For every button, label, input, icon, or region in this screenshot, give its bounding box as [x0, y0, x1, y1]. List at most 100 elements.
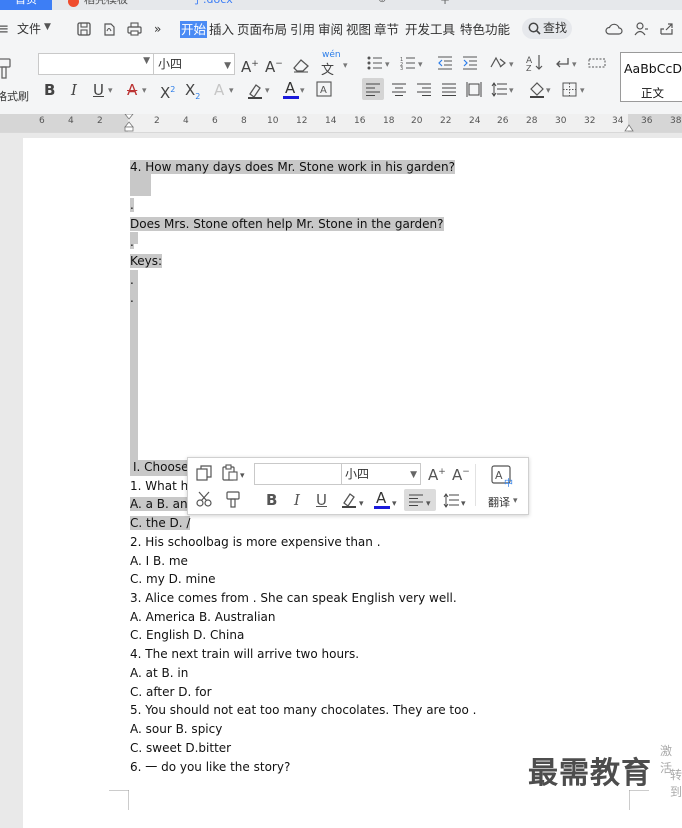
tab-view[interactable]: 视图: [346, 21, 371, 38]
chevron-down-icon[interactable]: ▾: [572, 60, 577, 70]
doc-line: 1. What h: [130, 477, 188, 495]
justify-icon[interactable]: [442, 83, 456, 96]
export-pdf-icon[interactable]: [102, 22, 116, 36]
tab-chapter[interactable]: 章节: [374, 21, 399, 38]
mini-line-spacing-icon[interactable]: [443, 493, 459, 508]
chevron-down-icon[interactable]: ▾: [461, 495, 466, 513]
chevron-down-icon[interactable]: ▾: [580, 86, 585, 96]
file-menu[interactable]: 文件: [17, 21, 41, 37]
shading-icon[interactable]: [528, 81, 546, 98]
search-box[interactable]: 查找: [522, 18, 572, 39]
mini-font-size-dropdown[interactable]: 小四 ▼: [341, 463, 421, 485]
menu-bar: ≡ 文件 ▼ » 开始 插入 页面布局 引用 审阅 视图 章节 开发工具 特色功…: [0, 10, 682, 48]
chevron-down-icon[interactable]: ▾: [546, 86, 551, 96]
ruler-tick: 16: [354, 116, 366, 126]
grow-font-button[interactable]: A+: [241, 55, 259, 76]
indent-marker[interactable]: [124, 114, 134, 132]
more-quick-access[interactable]: »: [154, 21, 161, 37]
align-center-icon[interactable]: [392, 83, 406, 96]
style-normal[interactable]: AaBbCcD 正文: [620, 52, 682, 102]
borders-icon[interactable]: [562, 82, 577, 97]
tab-document[interactable]: 了.docx: [192, 0, 233, 8]
text-effect-button[interactable]: A: [214, 81, 224, 99]
copy-icon[interactable]: [196, 465, 212, 481]
share-icon[interactable]: [659, 21, 675, 37]
decrease-indent-icon[interactable]: [437, 56, 453, 70]
subscript-button[interactable]: X2: [185, 81, 200, 106]
chevron-down-icon[interactable]: ▾: [240, 467, 245, 485]
underline-button[interactable]: U: [93, 81, 104, 99]
chevron-down-icon[interactable]: ▾: [426, 495, 431, 513]
mini-italic-button[interactable]: I: [294, 491, 300, 509]
tab-insert[interactable]: 插入: [209, 21, 234, 38]
mini-bold-button[interactable]: B: [266, 491, 277, 509]
mini-highlight-icon[interactable]: [340, 491, 358, 509]
chevron-down-icon[interactable]: ▾: [418, 60, 423, 70]
chevron-down-icon[interactable]: ▾: [343, 61, 348, 71]
sort-icon[interactable]: AZ: [526, 54, 543, 71]
save-icon[interactable]: [77, 22, 91, 36]
italic-button[interactable]: I: [71, 81, 77, 99]
align-right-icon[interactable]: [417, 83, 431, 96]
tab-template[interactable]: 稻壳模板: [84, 0, 128, 8]
distribute-icon[interactable]: [466, 82, 482, 97]
font-size-dropdown[interactable]: 小四 ▼: [153, 53, 235, 75]
tab-home[interactable]: 首页: [0, 0, 52, 10]
line-spacing-icon[interactable]: [491, 82, 507, 97]
tab-special-features[interactable]: 特色功能: [460, 21, 510, 38]
cloud-sync-icon[interactable]: [605, 22, 623, 36]
chevron-down-icon[interactable]: ▾: [265, 86, 270, 96]
numbered-list-icon[interactable]: 123: [400, 56, 416, 70]
mini-align-left-icon[interactable]: [409, 494, 423, 506]
tab-home-ribbon[interactable]: 开始: [180, 21, 208, 38]
chevron-down-icon[interactable]: ▾: [509, 60, 514, 70]
chevron-down-icon[interactable]: ▾: [108, 86, 113, 96]
ruler-tick: 36: [641, 116, 653, 126]
mini-underline-button[interactable]: U: [316, 491, 327, 509]
character-border-icon[interactable]: A: [316, 81, 332, 97]
text-direction-icon[interactable]: [489, 55, 507, 71]
bold-button[interactable]: B: [44, 81, 55, 99]
highlight-icon[interactable]: [246, 82, 264, 100]
chevron-down-icon[interactable]: ▼: [44, 22, 51, 32]
font-name-dropdown[interactable]: ▼: [38, 53, 154, 75]
tab-developer[interactable]: 开发工具: [405, 21, 455, 38]
pin-icon[interactable]: ⊕: [378, 0, 386, 5]
cut-icon[interactable]: [196, 491, 212, 507]
mini-grow-font-button[interactable]: A+: [428, 463, 446, 484]
align-left-icon[interactable]: [366, 83, 380, 96]
print-icon[interactable]: [127, 22, 142, 36]
table-tools-icon[interactable]: [588, 58, 606, 68]
strikethrough-button[interactable]: A: [127, 81, 137, 99]
chevron-down-icon[interactable]: ▾: [392, 495, 397, 513]
mini-shrink-font-button[interactable]: A−: [452, 463, 470, 484]
tab-page-layout[interactable]: 页面布局: [237, 21, 287, 38]
format-painter-button[interactable]: 格式刷: [0, 54, 29, 106]
mini-font-color-button[interactable]: A: [374, 489, 390, 509]
collaborate-icon[interactable]: [633, 21, 649, 37]
increase-indent-icon[interactable]: [462, 56, 478, 70]
mini-format-painter-icon[interactable]: [226, 491, 240, 508]
shrink-font-button[interactable]: A−: [265, 55, 283, 76]
chevron-down-icon[interactable]: ▾: [509, 86, 514, 96]
doc-line: C. after D. for: [130, 683, 212, 701]
superscript-button[interactable]: X2: [160, 81, 175, 102]
tab-references[interactable]: 引用: [290, 21, 315, 38]
chevron-down-icon[interactable]: ▾: [142, 86, 147, 96]
tab-review[interactable]: 审阅: [318, 21, 343, 38]
clear-format-icon[interactable]: [292, 57, 310, 73]
chevron-down-icon[interactable]: ▾: [300, 86, 305, 96]
paste-icon[interactable]: [221, 464, 238, 481]
chevron-down-icon[interactable]: ▾: [385, 60, 390, 70]
new-tab-button[interactable]: +: [440, 0, 450, 7]
right-indent-marker[interactable]: [624, 122, 634, 132]
horizontal-ruler[interactable]: 6 4 2 2 4 6 8 10 12 14 16 18 20 22 24 26…: [0, 114, 682, 133]
show-marks-icon[interactable]: [554, 56, 570, 70]
translate-button[interactable]: A 中 翻译 ▾: [488, 462, 524, 512]
chevron-down-icon[interactable]: ▾: [229, 86, 234, 96]
font-color-button[interactable]: A: [283, 79, 299, 99]
bullet-list-icon[interactable]: [367, 56, 383, 70]
hamburger-icon[interactable]: ≡: [0, 19, 9, 38]
chevron-down-icon[interactable]: ▾: [359, 495, 364, 513]
mini-font-name-dropdown[interactable]: [254, 463, 342, 485]
